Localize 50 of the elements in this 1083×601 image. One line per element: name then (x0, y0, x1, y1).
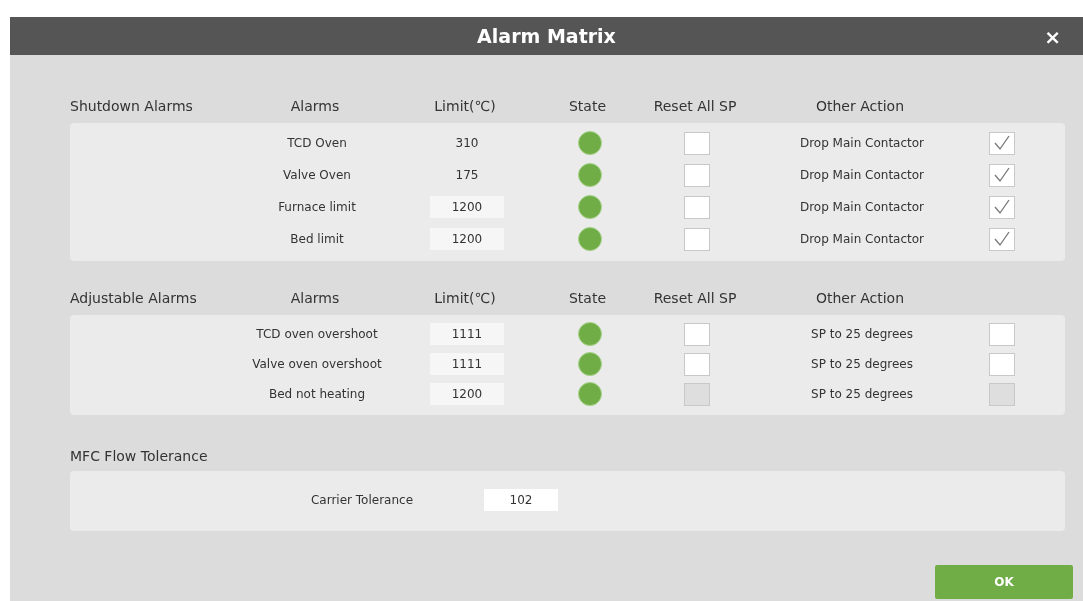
section-title: Adjustable Alarms (70, 290, 198, 306)
alarm-name: TCD Oven (287, 136, 347, 150)
checkbox[interactable] (989, 322, 1015, 346)
action-label: Drop Main Contactor (799, 200, 925, 214)
checkbox[interactable] (989, 352, 1015, 376)
limit-field[interactable]: 1200 (430, 383, 504, 405)
limit-field[interactable]: 1111 (430, 323, 504, 345)
checkbox[interactable] (989, 163, 1015, 187)
alarm-name: Bed not heating (268, 387, 366, 401)
action-label: SP to 25 degrees (811, 387, 913, 401)
checkbox[interactable] (684, 227, 710, 251)
window-title: Alarm Matrix (477, 25, 616, 47)
column-header: Other Action (814, 290, 905, 306)
column-header: State (567, 290, 608, 306)
close-button[interactable]: × (1040, 25, 1065, 49)
column-header: Reset All SP (652, 290, 738, 306)
action-label: SP to 25 degrees (811, 327, 913, 341)
alarm-name: TCD oven overshoot (256, 327, 378, 341)
column-header: Alarms (289, 98, 341, 114)
limit-field[interactable]: 1200 (430, 228, 504, 250)
section-title: MFC Flow Tolerance (70, 448, 208, 464)
checkbox[interactable] (684, 163, 710, 187)
action-label: SP to 25 degrees (811, 357, 913, 371)
alarm-name: Valve oven overshoot (252, 357, 382, 371)
checkbox[interactable] (989, 227, 1015, 251)
column-header: Limit(℃) (433, 98, 497, 114)
checkbox[interactable] (989, 195, 1015, 219)
action-label: Drop Main Contactor (799, 232, 925, 246)
column-header: Reset All SP (652, 98, 738, 114)
checkbox[interactable] (684, 322, 710, 346)
action-label: Drop Main Contactor (799, 168, 925, 182)
alarm-name: Furnace limit (278, 200, 356, 214)
checkbox[interactable] (989, 131, 1015, 155)
column-header: Other Action (814, 98, 905, 114)
column-header: State (567, 98, 608, 114)
checkbox[interactable] (684, 352, 710, 376)
field-label: Carrier Tolerance (309, 493, 415, 507)
limit-field[interactable]: 1200 (430, 196, 504, 218)
section-title: Shutdown Alarms (70, 98, 194, 114)
tolerance-field[interactable]: 102 (484, 489, 558, 511)
alarm-name: Valve Oven (283, 168, 351, 182)
column-header: Limit(℃) (433, 290, 497, 306)
column-header: Alarms (289, 290, 341, 306)
limit-value: 310 (455, 136, 479, 150)
limit-field[interactable]: 1111 (430, 353, 504, 375)
checkbox[interactable] (684, 195, 710, 219)
limit-value: 175 (455, 168, 479, 182)
alarm-name: Bed limit (290, 232, 344, 246)
checkbox[interactable] (684, 131, 710, 155)
action-label: Drop Main Contactor (799, 136, 925, 150)
